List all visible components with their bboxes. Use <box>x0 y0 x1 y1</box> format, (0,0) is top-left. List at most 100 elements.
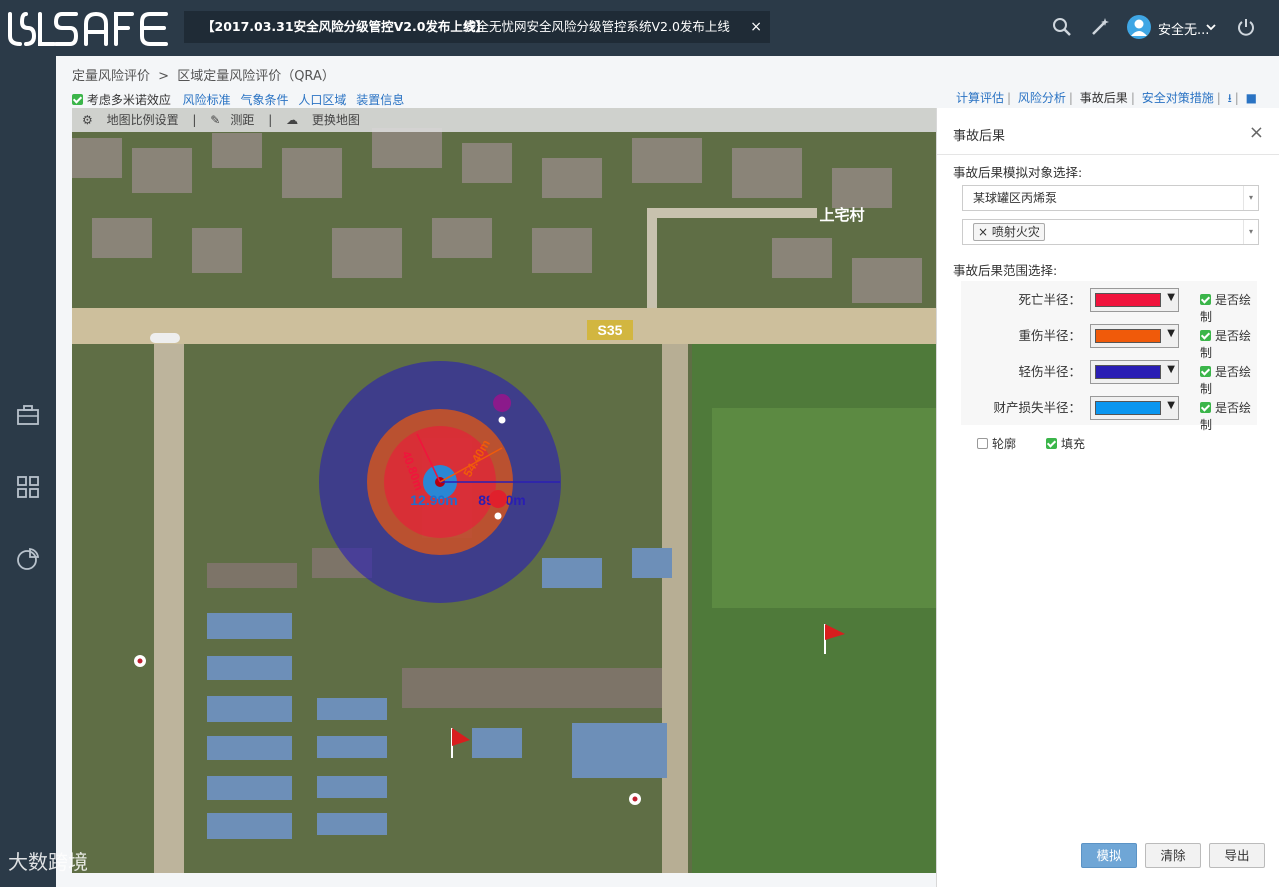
location-marker-icon <box>632 796 638 802</box>
search-icon[interactable] <box>1052 17 1072 37</box>
radius-label-small: 12.90m <box>410 492 457 508</box>
logo[interactable] <box>6 8 171 48</box>
risk-standard-link[interactable]: 风险标准 <box>183 93 231 107</box>
target-label: 事故后果模拟对象选择: <box>953 165 1083 180</box>
outline-label: 轮廓 <box>992 437 1017 451</box>
outline-toggle[interactable]: 轮廓 <box>977 435 1016 452</box>
divider: | <box>1234 91 1239 105</box>
color-swatch <box>1095 293 1161 307</box>
tab-consequence[interactable]: 事故后果 <box>1080 91 1128 105</box>
power-icon[interactable] <box>1236 17 1256 37</box>
village-label: 上宅村 <box>819 206 864 224</box>
export-button[interactable]: 导出 <box>1209 843 1265 868</box>
briefcase-icon[interactable] <box>16 403 40 427</box>
color-settings: 死亡半径： ▼ 是否绘制 重伤半径： ▼ 是否绘制 轻伤半径： ▼ 是否绘制 财… <box>961 281 1257 432</box>
breadcrumb-root[interactable]: 定量风险评价 <box>72 69 150 84</box>
light-draw-toggle[interactable]: 是否绘制 <box>1200 363 1257 397</box>
top-bar: 【2017.03.31安全风险分级管控V2.0发布上线】 安全无忧网安全风险分级… <box>0 0 1279 56</box>
divider: | <box>268 113 273 127</box>
severe-radius-label: 重伤半径： <box>1018 328 1081 343</box>
breadcrumb-sep: > <box>158 69 170 84</box>
tab-links: 计算评估 | 风险分析 | 事故后果 | 安全对策措施 | ⭳ | ■ <box>956 89 1257 110</box>
domino-checkbox[interactable] <box>72 94 83 105</box>
domino-label: 考虑多米诺效应 <box>86 93 171 107</box>
chevron-down-icon: ▼ <box>1167 364 1175 375</box>
property-draw-toggle[interactable]: 是否绘制 <box>1200 399 1257 433</box>
map-canvas[interactable]: S35 上宅村 12.90m 89.40m 40.8 <box>72 108 936 873</box>
light-radius-label: 轻伤半径： <box>1018 364 1081 379</box>
magic-wand-icon[interactable] <box>1090 17 1110 37</box>
checkbox-icon[interactable] <box>1200 402 1211 413</box>
range-label: 事故后果范围选择: <box>953 263 1058 278</box>
clear-button[interactable]: 清除 <box>1145 843 1201 868</box>
tab-measures[interactable]: 安全对策措施 <box>1142 91 1214 105</box>
fill-toggle[interactable]: 填充 <box>1046 435 1085 452</box>
simulate-button[interactable]: 模拟 <box>1081 843 1137 868</box>
checkbox-icon[interactable] <box>1200 294 1211 305</box>
divider: | <box>192 113 197 127</box>
property-radius-label: 财产损失半径： <box>993 400 1081 415</box>
user-icon <box>1131 19 1147 36</box>
death-radius-label: 死亡半径： <box>1018 292 1081 307</box>
severe-color-picker[interactable]: ▼ <box>1090 324 1179 348</box>
population-link[interactable]: 人口区域 <box>298 93 346 107</box>
death-color-picker[interactable]: ▼ <box>1090 288 1179 312</box>
chevron-down-icon[interactable]: ▾ <box>1243 186 1258 210</box>
map-scale-button[interactable]: ⚙ 地图比例设置 <box>82 113 179 127</box>
chevron-down-icon[interactable]: ▾ <box>1243 220 1258 244</box>
checkbox-icon[interactable] <box>1046 438 1057 449</box>
color-swatch <box>1095 365 1161 379</box>
breadcrumb: 定量风险评价 > 区域定量风险评价（QRA） <box>72 65 339 84</box>
satellite-map[interactable]: S35 上宅村 12.90m 89.40m 40.8 <box>72 108 936 873</box>
tab-risk-analysis[interactable]: 风险分析 <box>1018 91 1066 105</box>
fill-label: 填充 <box>1061 437 1086 451</box>
tag-remove-icon[interactable]: × <box>978 225 992 239</box>
checkbox-icon[interactable] <box>1200 366 1211 377</box>
chevron-down-icon[interactable] <box>1205 19 1217 35</box>
scenario-tag-label: 喷射火灾 <box>991 225 1040 239</box>
divider: | <box>1007 91 1012 105</box>
download-icon[interactable]: ⭳ <box>1228 91 1232 105</box>
map-toolbar: ⚙ 地图比例设置 | ✎ 测距 | ☁ 更换地图 <box>72 108 936 132</box>
scenario-tag[interactable]: × 喷射火灾 <box>973 223 1045 241</box>
grid-icon[interactable] <box>16 475 40 499</box>
checkbox-icon[interactable] <box>977 438 988 449</box>
death-draw-toggle[interactable]: 是否绘制 <box>1200 291 1257 325</box>
chevron-down-icon: ▼ <box>1167 292 1175 303</box>
checkbox-icon[interactable] <box>1200 330 1211 341</box>
watermark: 大数跨境 <box>8 850 88 874</box>
light-color-picker[interactable]: ▼ <box>1090 360 1179 384</box>
switch-map-button[interactable]: ☁ 更换地图 <box>286 113 360 127</box>
chevron-down-icon: ▼ <box>1167 400 1175 411</box>
user-name[interactable]: 安全无... <box>1158 19 1209 38</box>
severe-draw-toggle[interactable]: 是否绘制 <box>1200 327 1257 361</box>
notice-title: 【2017.03.31安全风险分级管控V2.0发布上线】 <box>202 19 488 34</box>
options-row: 考虑多米诺效应 风险标准 气象条件 人口区域 装置信息 <box>72 91 404 108</box>
weather-link[interactable]: 气象条件 <box>241 93 289 107</box>
measure-button[interactable]: ✎ 测距 <box>210 113 254 127</box>
map-scale-label: 地图比例设置 <box>106 113 179 127</box>
close-icon[interactable]: × <box>1249 122 1264 143</box>
color-swatch <box>1095 401 1161 415</box>
color-swatch <box>1095 329 1161 343</box>
consequence-panel: 事故后果 × 事故后果模拟对象选择: 某球罐区丙烯泵 ▾ × 喷射火灾 ▾ 事故… <box>936 108 1279 887</box>
user-avatar[interactable] <box>1127 15 1151 39</box>
folder-icon[interactable]: ■ <box>1246 91 1257 105</box>
target-value: 某球罐区丙烯泵 <box>973 191 1058 205</box>
divider: | <box>1130 91 1135 105</box>
scenario-select[interactable]: × 喷射火灾 ▾ <box>962 219 1259 245</box>
target-select[interactable]: 某球罐区丙烯泵 ▾ <box>962 185 1259 211</box>
notice-banner[interactable]: 【2017.03.31安全风险分级管控V2.0发布上线】 安全无忧网安全风险分级… <box>184 11 770 43</box>
notice-text: 安全无忧网安全风险分级管控系统V2.0发布上线 <box>464 19 730 34</box>
side-nav <box>0 56 56 887</box>
device-info-link[interactable]: 装置信息 <box>356 93 404 107</box>
tab-calc[interactable]: 计算评估 <box>956 91 1004 105</box>
measure-label: 测距 <box>230 113 255 127</box>
location-marker-icon <box>137 658 143 664</box>
divider: | <box>1216 91 1221 105</box>
chevron-down-icon: ▼ <box>1167 328 1175 339</box>
notice-close-button[interactable]: × <box>750 11 762 43</box>
property-color-picker[interactable]: ▼ <box>1090 396 1179 420</box>
panel-title: 事故后果 <box>953 129 1006 144</box>
pie-chart-icon[interactable] <box>16 547 40 571</box>
